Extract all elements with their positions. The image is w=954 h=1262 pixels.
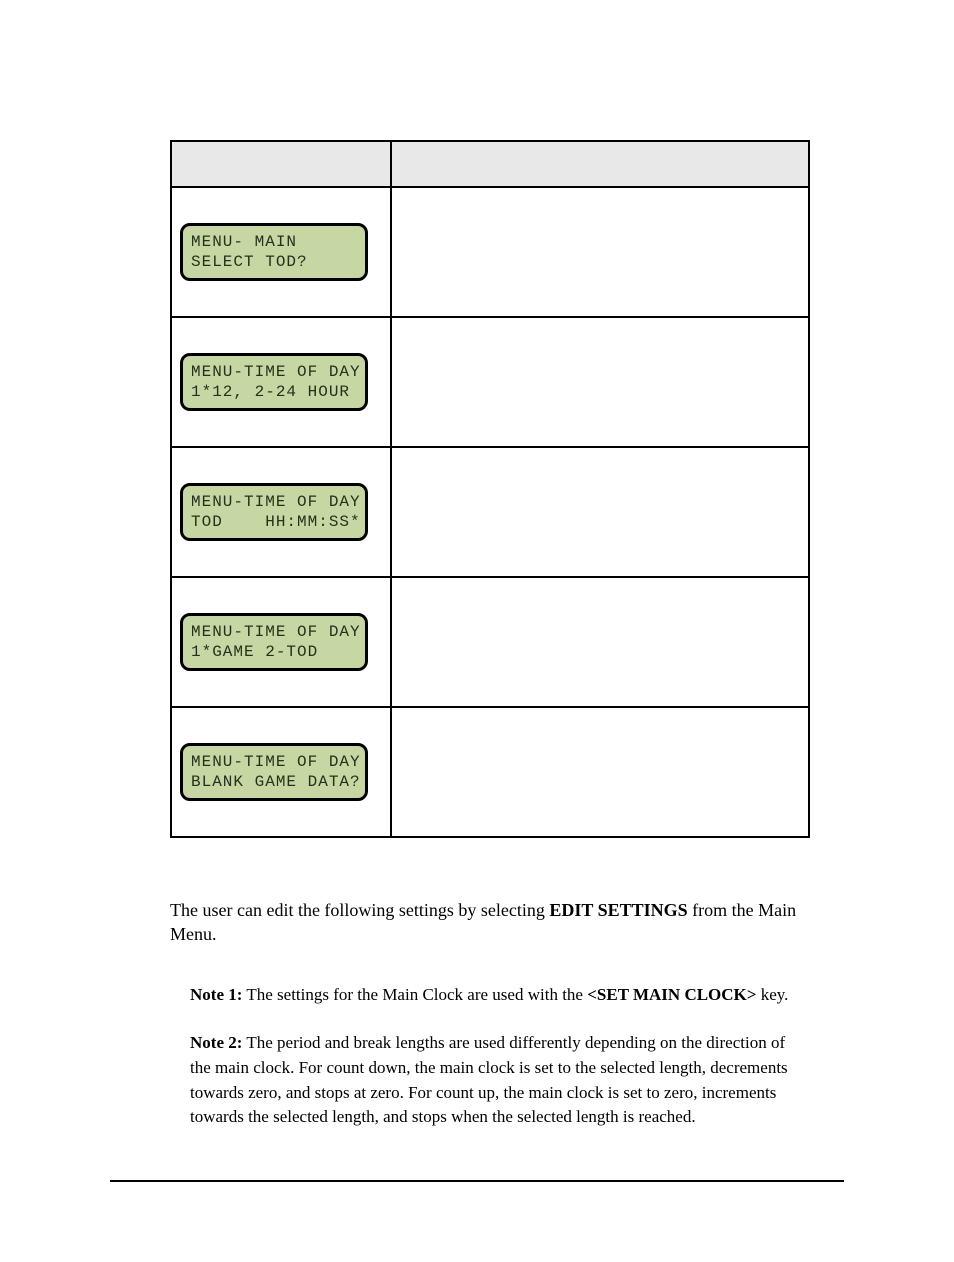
notes-block: Note 1: The settings for the Main Clock … <box>190 983 790 1130</box>
note-suffix: key. <box>756 985 788 1004</box>
intro-bold: EDIT SETTINGS <box>549 900 687 920</box>
lcd-steps-table: MENU- MAIN SELECT TOD? MENU-TIME OF DAY … <box>170 140 810 838</box>
lcd-display: MENU- MAIN SELECT TOD? <box>180 223 368 281</box>
note-2: Note 2: The period and break lengths are… <box>190 1031 790 1130</box>
lcd-line: BLANK GAME DATA? <box>191 772 357 792</box>
table-row: MENU-TIME OF DAY TOD HH:MM:SS* <box>171 447 809 577</box>
table-row: MENU-TIME OF DAY 1*12, 2-24 HOUR <box>171 317 809 447</box>
note-label: Note 1: <box>190 985 242 1004</box>
table-cell-description <box>391 187 809 317</box>
lcd-line: MENU-TIME OF DAY <box>191 752 357 772</box>
table-cell-description <box>391 317 809 447</box>
document-page: MENU- MAIN SELECT TOD? MENU-TIME OF DAY … <box>0 0 954 1262</box>
note-bold: <SET MAIN CLOCK> <box>587 985 756 1004</box>
lcd-display: MENU-TIME OF DAY 1*12, 2-24 HOUR <box>180 353 368 411</box>
note-text: The settings for the Main Clock are used… <box>242 985 587 1004</box>
lcd-line: MENU-TIME OF DAY <box>191 362 357 382</box>
footer-rule <box>110 1180 844 1182</box>
intro-prefix: The user can edit the following settings… <box>170 900 549 920</box>
intro-paragraph: The user can edit the following settings… <box>170 898 844 947</box>
table-cell-description <box>391 447 809 577</box>
note-text: The period and break lengths are used di… <box>190 1033 788 1126</box>
lcd-line: SELECT TOD? <box>191 252 357 272</box>
lcd-line: 1*12, 2-24 HOUR <box>191 382 357 402</box>
table-header-left <box>171 141 391 187</box>
table-cell-description <box>391 577 809 707</box>
lcd-line: MENU-TIME OF DAY <box>191 622 357 642</box>
lcd-display: MENU-TIME OF DAY 1*GAME 2-TOD <box>180 613 368 671</box>
note-label: Note 2: <box>190 1033 242 1052</box>
table-row: MENU-TIME OF DAY 1*GAME 2-TOD <box>171 577 809 707</box>
table-row: MENU-TIME OF DAY BLANK GAME DATA? <box>171 707 809 837</box>
table-cell-description <box>391 707 809 837</box>
table-header-right <box>391 141 809 187</box>
lcd-display: MENU-TIME OF DAY BLANK GAME DATA? <box>180 743 368 801</box>
lcd-line: MENU-TIME OF DAY <box>191 492 357 512</box>
lcd-line: MENU- MAIN <box>191 232 357 252</box>
lcd-line: TOD HH:MM:SS* <box>191 512 357 532</box>
lcd-line: 1*GAME 2-TOD <box>191 642 357 662</box>
table-row: MENU- MAIN SELECT TOD? <box>171 187 809 317</box>
lcd-display: MENU-TIME OF DAY TOD HH:MM:SS* <box>180 483 368 541</box>
note-1: Note 1: The settings for the Main Clock … <box>190 983 790 1008</box>
